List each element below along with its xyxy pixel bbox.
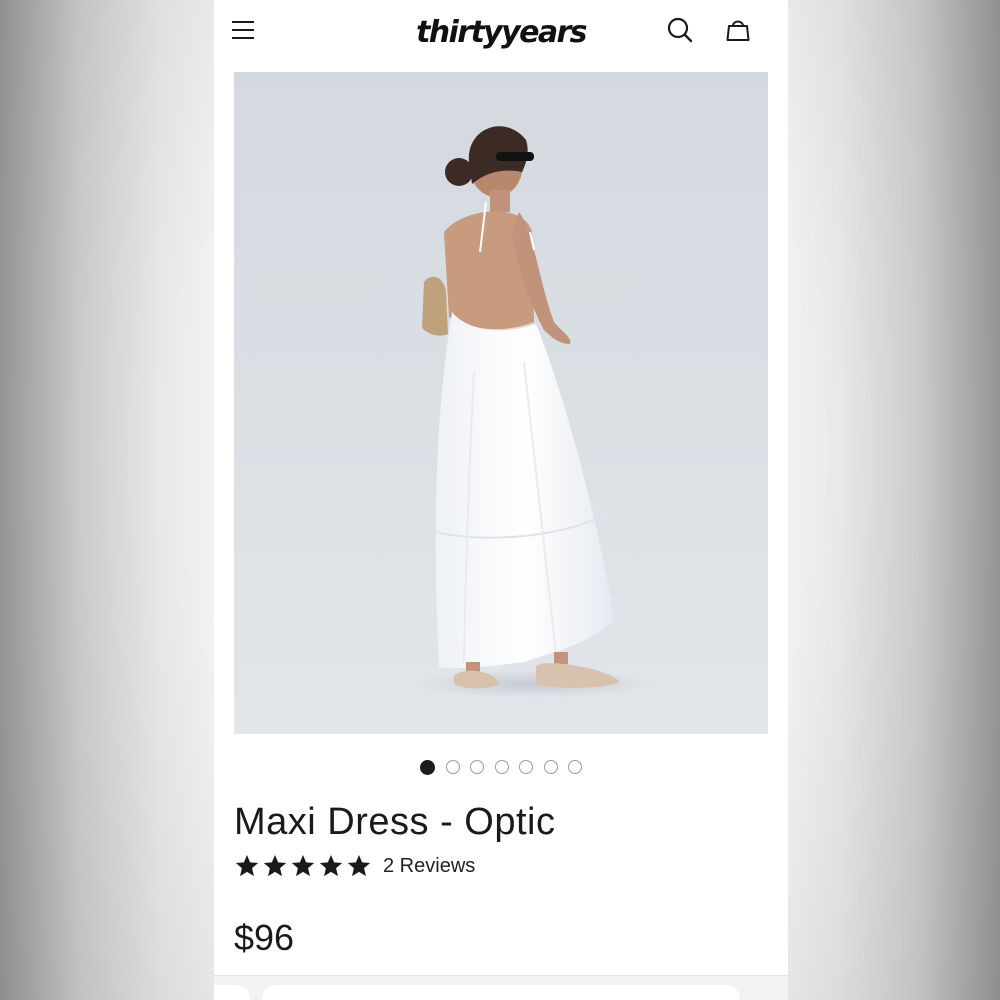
reviews-link[interactable]: 2 Reviews — [383, 855, 475, 878]
star-icon — [235, 854, 259, 877]
product-title: Maxi Dress - Optic — [234, 801, 556, 843]
gallery-dot[interactable] — [519, 760, 533, 774]
product-page: thirtyyears Maxi Dress - Optic 2 Reviews… — [214, 0, 788, 1000]
site-header: thirtyyears — [214, 0, 788, 62]
star-icon — [319, 854, 343, 877]
gallery-dot[interactable] — [494, 760, 509, 774]
bottom-control-main[interactable] — [262, 985, 740, 1000]
product-price: $96 — [234, 917, 295, 958]
gallery-dot[interactable] — [420, 760, 435, 775]
gallery-dot[interactable] — [445, 760, 460, 774]
product-rating: 2 Reviews — [234, 851, 475, 881]
star-icon — [347, 854, 371, 877]
product-image[interactable] — [234, 72, 768, 734]
search-icon — [667, 17, 693, 43]
star-icon — [263, 854, 287, 877]
product-photo-illustration — [234, 72, 768, 734]
cart-bag-icon — [726, 20, 750, 41]
brand-logo[interactable]: thirtyyears — [394, 10, 608, 54]
star-rating[interactable] — [234, 853, 372, 879]
star-icon — [291, 854, 315, 877]
menu-icon — [232, 21, 254, 39]
bottom-control-left[interactable] — [214, 985, 250, 1000]
cart-button[interactable] — [720, 12, 756, 48]
gallery-dot[interactable] — [470, 760, 484, 774]
gallery-pagination — [214, 760, 788, 780]
search-button[interactable] — [662, 12, 698, 48]
gallery-dot[interactable] — [543, 760, 558, 774]
menu-button[interactable] — [225, 12, 261, 48]
gallery-dot[interactable] — [568, 760, 582, 774]
